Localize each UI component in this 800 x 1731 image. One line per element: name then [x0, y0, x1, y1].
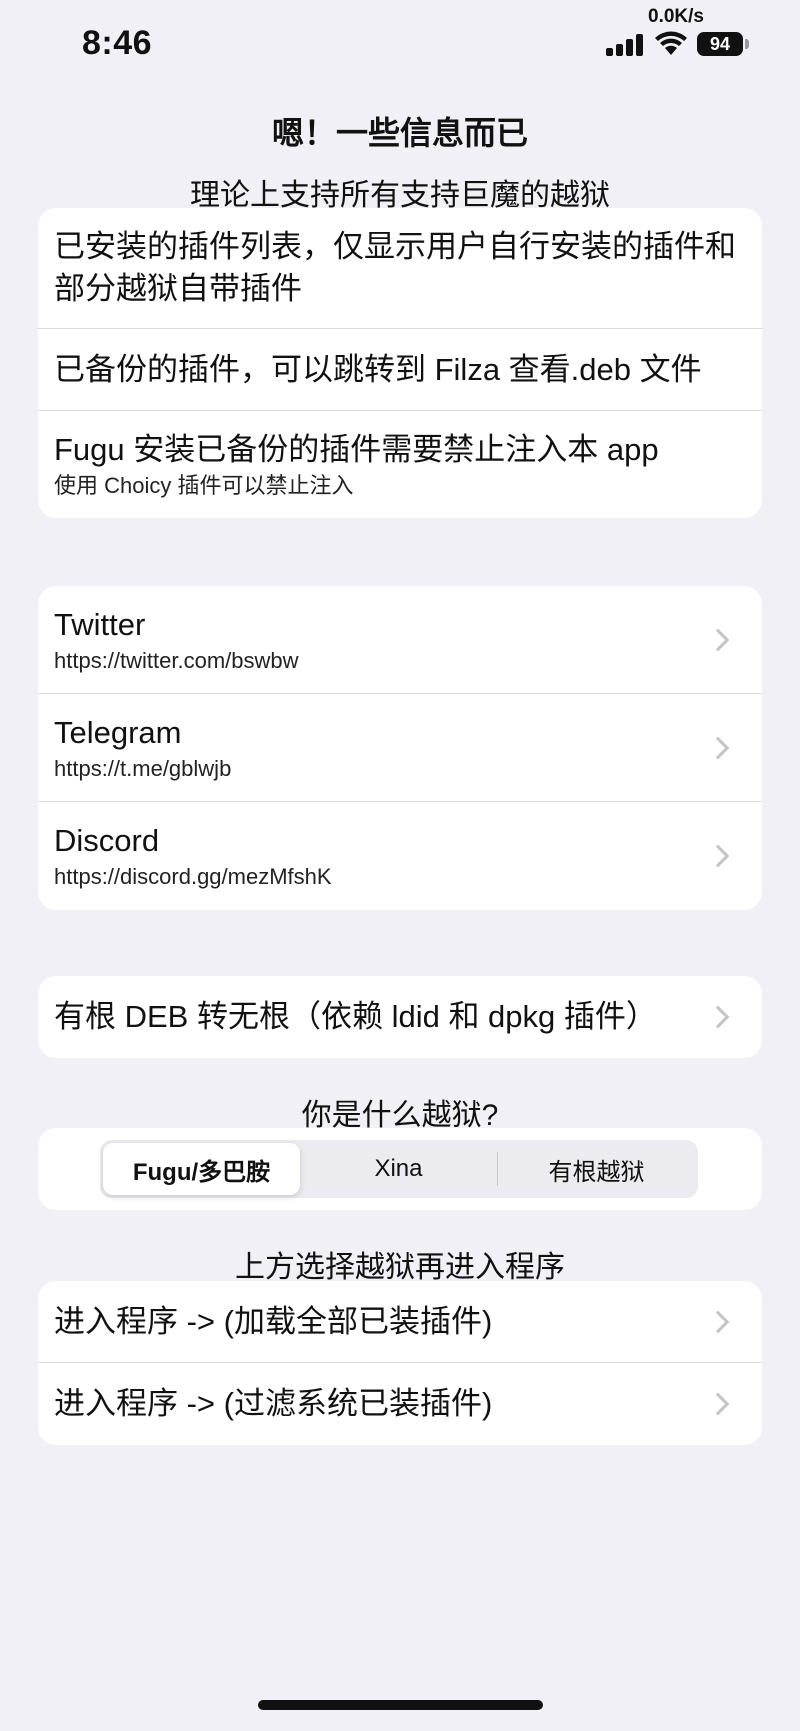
row-title: 进入程序 -> (过滤系统已装插件): [54, 1386, 493, 1421]
battery-icon: 94: [697, 32, 743, 56]
page-title: 嗯！一些信息而已: [271, 115, 528, 151]
status-time: 8:46: [82, 24, 153, 62]
enter-load-all-button[interactable]: 进入程序 -> (加载全部已装插件): [38, 1281, 762, 1363]
row-subtitle: https://discord.gg/mezMfshK: [54, 864, 332, 889]
row-title: Discord: [54, 823, 160, 858]
jailbreak-segmented-control: Fugu/多巴胺 Xina 有根越狱: [100, 1140, 698, 1198]
enter-header: 上方选择越狱再进入程序: [235, 1251, 565, 1284]
enter-filter-system-button[interactable]: 进入程序 -> (过滤系统已装插件): [38, 1363, 762, 1445]
row-title: Fugu 安装已备份的插件需要禁止注入本 app: [54, 431, 659, 467]
list-item: 已备份的插件，可以跳转到 Filza 查看.deb 文件: [38, 329, 762, 411]
segment-rootful[interactable]: 有根越狱: [498, 1143, 695, 1195]
row-title: 进入程序 -> (加载全部已装插件): [54, 1303, 493, 1339]
row-subtitle: 使用 Choicy 插件可以禁止注入: [54, 472, 354, 498]
segment-xina[interactable]: Xina: [300, 1143, 497, 1195]
links-card: Twitter https://twitter.com/bswbw Telegr…: [38, 586, 762, 910]
row-title: 已备份的插件，可以跳转到 Filza 查看.deb 文件: [54, 351, 702, 387]
cellular-signal-icon: [606, 34, 644, 56]
list-item: 已安装的插件列表，仅显示用户自行安装的插件和部分越狱自带插件: [38, 208, 762, 329]
list-item: Fugu 安装已备份的插件需要禁止注入本 app 使用 Choicy 插件可以禁…: [38, 411, 762, 518]
network-speed: 0.0K/s: [648, 6, 704, 27]
link-telegram[interactable]: Telegram https://t.me/gblwjb: [38, 694, 762, 802]
info-card: 已安装的插件列表，仅显示用户自行安装的插件和部分越狱自带插件 已备份的插件，可以…: [38, 208, 762, 518]
wifi-icon: [655, 31, 687, 55]
enter-card: 进入程序 -> (加载全部已装插件) 进入程序 -> (过滤系统已装插件): [38, 1281, 762, 1445]
jailbreak-card: Fugu/多巴胺 Xina 有根越狱: [38, 1128, 762, 1210]
home-indicator[interactable]: [258, 1700, 543, 1710]
screen: 8:46 0.0K/s 94 嗯！一些信息而已 理论上支持所有支持巨魔的越狱 已…: [0, 0, 800, 1731]
convert-deb-button[interactable]: 有根 DEB 转无根（依赖 ldid 和 dpkg 插件）: [38, 976, 762, 1058]
segment-fugu[interactable]: Fugu/多巴胺: [103, 1143, 300, 1195]
convert-card: 有根 DEB 转无根（依赖 ldid 和 dpkg 插件）: [38, 976, 762, 1058]
row-subtitle: https://twitter.com/bswbw: [54, 647, 299, 673]
row-title: 已安装的插件列表，仅显示用户自行安装的插件和部分越狱自带插件: [54, 229, 736, 306]
link-discord[interactable]: Discord https://discord.gg/mezMfshK: [38, 802, 762, 910]
battery-nub: [745, 39, 749, 49]
row-title: Twitter: [54, 606, 146, 642]
row-title: Telegram: [54, 714, 182, 750]
row-title: 有根 DEB 转无根（依赖 ldid 和 dpkg 插件）: [54, 999, 657, 1034]
link-twitter[interactable]: Twitter https://twitter.com/bswbw: [38, 586, 762, 694]
row-subtitle: https://t.me/gblwjb: [54, 755, 232, 781]
